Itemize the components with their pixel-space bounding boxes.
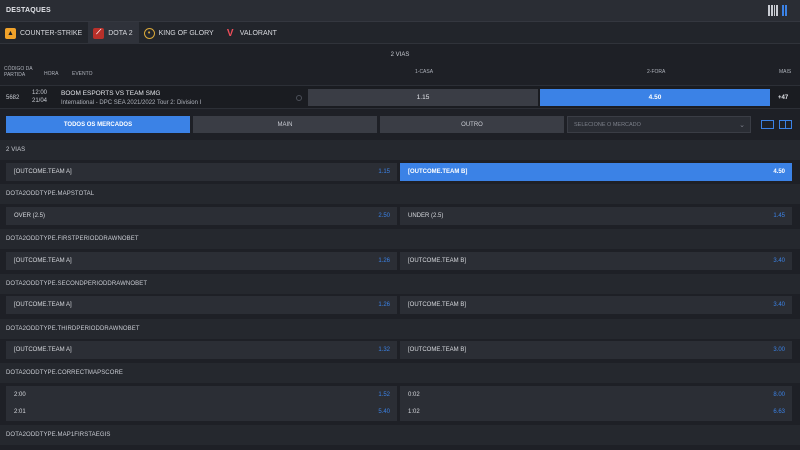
outcome-label: [OUTCOME.TEAM B] — [408, 347, 467, 353]
market-title: DOTA2ODDTYPE.MAP1FIRSTAEGIS — [0, 425, 800, 445]
more-markets-link[interactable]: +47 — [778, 95, 788, 101]
outcome-button[interactable]: [OUTCOME.TEAM B] 3.00 — [400, 341, 792, 359]
sport-tabs: ▲ COUNTER-STRIKE ⟋ DOTA 2 • KING OF GLOR… — [0, 22, 800, 44]
tab-label: COUNTER-STRIKE — [20, 29, 83, 37]
outcome-price: 1.15 — [378, 169, 390, 175]
outcome-button[interactable]: [OUTCOME.TEAM B] 3.40 — [400, 252, 792, 270]
outcome-button-selected[interactable]: [OUTCOME.TEAM B] 4.50 — [400, 163, 792, 181]
match-teams[interactable]: BOOM ESPORTS VS TEAM SMG International -… — [61, 89, 201, 108]
outcome-button[interactable]: UNDER (2.5) 1.45 — [400, 207, 792, 225]
outcome-price: 3.40 — [773, 302, 785, 308]
outcome-label: 2:00 — [14, 392, 26, 398]
outcome-price: 1.26 — [378, 258, 390, 264]
tab-counter-strike[interactable]: ▲ COUNTER-STRIKE — [0, 22, 88, 44]
outcome-price: 1.32 — [378, 347, 390, 353]
outcome-price: 3.00 — [773, 347, 785, 353]
outcome-price: 2.50 — [378, 213, 390, 219]
market-title: DOTA2ODDTYPE.CORRECTMAPSCORE — [0, 363, 800, 383]
column-code: CÓDIGO DA PARTIDA — [4, 66, 33, 78]
outcome-button[interactable]: [OUTCOME.TEAM A] 1.26 — [6, 296, 397, 314]
outcome-label: [OUTCOME.TEAM B] — [408, 302, 467, 308]
away-odd-button[interactable]: 4.50 — [540, 89, 770, 106]
outcome-label: [OUTCOME.TEAM A] — [14, 258, 72, 264]
view-toggle — [768, 5, 792, 16]
tab-label: VALORANT — [239, 29, 277, 37]
outcome-label: [OUTCOME.TEAM B] — [408, 169, 468, 175]
outcome-button[interactable]: 2:00 1.52 — [6, 386, 397, 404]
tab-label: DOTA 2 — [108, 29, 133, 37]
header-bar: DESTAQUES — [0, 0, 800, 22]
outcome-price: 5.40 — [378, 409, 390, 415]
outcome-label: OVER (2.5) — [14, 213, 46, 219]
page-title: DESTAQUES — [6, 7, 51, 14]
list-view-icon[interactable] — [768, 5, 778, 16]
stats-icon[interactable] — [296, 95, 302, 101]
outcome-price: 3.40 — [773, 258, 785, 264]
event-row[interactable]: 5682 12:00 21/04 BOOM ESPORTS VS TEAM SM… — [0, 85, 800, 109]
outcome-button[interactable]: 1:02 6.63 — [400, 403, 792, 421]
outcome-button[interactable]: [OUTCOME.TEAM B] 3.40 — [400, 296, 792, 314]
outcome-price: 1.26 — [378, 302, 390, 308]
dota2-icon: ⟋ — [93, 27, 105, 39]
market-title: DOTA2ODDTYPE.MAPSTOTAL — [0, 184, 800, 204]
counter-strike-icon: ▲ — [5, 27, 16, 39]
tab-label: KING OF GLORY — [158, 29, 214, 37]
match-date: 21/04 — [32, 98, 48, 104]
outcome-label: [OUTCOME.TEAM A] — [14, 169, 72, 175]
league-label: International - DPC SEA 2021/2022 Tour 2… — [61, 100, 202, 106]
outcome-button[interactable]: OVER (2.5) 2.50 — [6, 207, 397, 225]
outcome-price: 1.45 — [773, 213, 785, 219]
two-column-layout-icon[interactable] — [779, 120, 792, 129]
outcome-label: UNDER (2.5) — [408, 213, 444, 219]
chevron-down-icon: ⌄ — [739, 122, 745, 129]
filter-all-markets[interactable]: TODOS OS MERCADOS — [6, 116, 190, 133]
tab-valorant[interactable]: V VALORANT — [220, 22, 283, 44]
match-time: 12:00 21/04 — [32, 89, 47, 105]
market-filters: TODOS OS MERCADOS MAIN OUTRO SELECIONE O… — [0, 116, 800, 134]
outcome-label: [OUTCOME.TEAM B] — [408, 258, 467, 264]
outcome-button[interactable]: [OUTCOME.TEAM A] 1.26 — [6, 252, 397, 270]
outcome-price: 6.63 — [773, 409, 785, 415]
outcome-button[interactable]: 2:01 5.40 — [6, 403, 397, 421]
filter-main[interactable]: MAIN — [193, 116, 377, 133]
outcome-label: [OUTCOME.TEAM A] — [14, 347, 72, 353]
market-title: 2 VIAS — [0, 140, 800, 160]
market-title: DOTA2ODDTYPE.FIRSTPERIODDRAWNOBET — [0, 229, 800, 249]
market-title: DOTA2ODDTYPE.SECONDPERIODDRAWNOBET — [0, 274, 800, 294]
single-column-layout-icon[interactable] — [761, 120, 774, 129]
match-hour: 12:00 — [32, 90, 48, 96]
outcome-price: 1.52 — [378, 392, 390, 398]
tab-dota2[interactable]: ⟋ DOTA 2 — [88, 22, 139, 44]
market-group-heading: 2 VIAS — [390, 52, 410, 58]
king-of-glory-icon: • — [143, 27, 155, 39]
outcome-price: 8.00 — [773, 392, 785, 398]
outcome-price: 4.50 — [773, 169, 785, 175]
teams-label: BOOM ESPORTS VS TEAM SMG — [61, 90, 161, 97]
column-view-icon[interactable] — [782, 5, 792, 16]
market-select-placeholder: SELECIONE O MERCADO — [574, 121, 641, 128]
valorant-icon: V — [226, 27, 234, 39]
outcome-button[interactable]: [OUTCOME.TEAM A] 1.15 — [6, 163, 397, 181]
home-odd-button[interactable]: 1.15 — [308, 89, 538, 106]
market-select[interactable]: SELECIONE O MERCADO ⌄ — [567, 116, 751, 133]
tab-king-of-glory[interactable]: • KING OF GLORY — [139, 22, 220, 44]
outcome-label: [OUTCOME.TEAM A] — [14, 302, 72, 308]
outcome-button[interactable]: [OUTCOME.TEAM A] 1.32 — [6, 341, 397, 359]
market-title: DOTA2ODDTYPE.THIRDPERIODDRAWNOBET — [0, 319, 800, 339]
outcome-label: 0:02 — [408, 392, 420, 398]
match-code: 5682 — [6, 95, 20, 101]
outcome-label: 1:02 — [408, 409, 420, 415]
outcome-button[interactable]: 0:02 8.00 — [400, 386, 792, 404]
outcome-label: 2:01 — [14, 409, 26, 415]
filter-other[interactable]: OUTRO — [380, 116, 564, 133]
